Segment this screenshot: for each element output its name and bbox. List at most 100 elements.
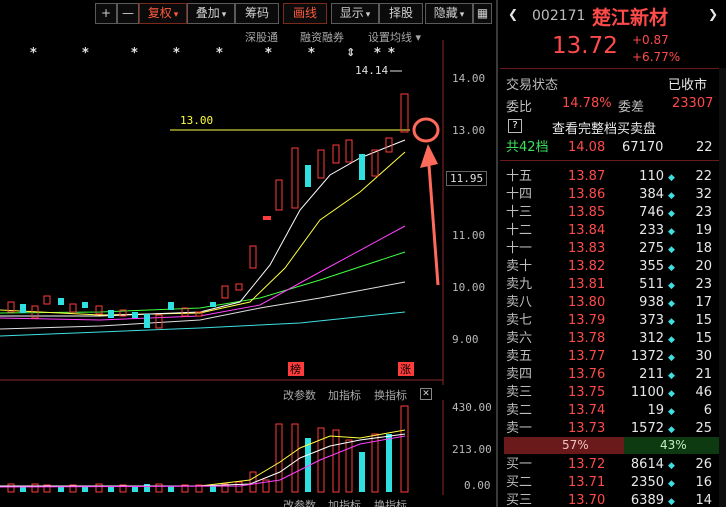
side-panel-edge (719, 68, 726, 507)
close-icon[interactable]: ✕ (420, 388, 432, 400)
row-volume: 1372 (630, 349, 664, 364)
row-label: 卖四 (506, 367, 533, 382)
row-volume: 2350 (630, 475, 664, 490)
orderbook-row[interactable]: 卖七 13.79 373 ◆ 15 (500, 312, 726, 330)
ma-line (0, 151, 406, 316)
row-label: 卖六 (506, 331, 533, 346)
overlay-button[interactable]: 叠加 ▾ (187, 3, 235, 24)
row-orders: 23 (695, 205, 712, 220)
diamond-icon: ◆ (668, 245, 675, 255)
chevron-down-icon: ▾ (459, 10, 465, 20)
orderbook-row[interactable]: 卖五 13.77 1372 ◆ 30 (500, 348, 726, 366)
limit-up-tag-label: 涨 (400, 363, 411, 376)
row-label: 买三 (506, 493, 533, 507)
level-volume: 67170 (622, 140, 664, 155)
orderbook-row[interactable]: 卖九 13.81 511 ◆ 23 (500, 276, 726, 294)
orderbook-row[interactable]: 卖十 13.82 355 ◆ 20 (500, 258, 726, 276)
row-orders: 23 (695, 277, 712, 292)
orderbook-row[interactable]: 买三 13.70 6389 ◆ 14 (500, 492, 726, 507)
row-volume: 19 (647, 403, 664, 418)
chevron-down-icon: ▾ (221, 10, 227, 20)
row-volume: 384 (639, 187, 664, 202)
orderbook-row[interactable]: 十二 13.84 233 ◆ 19 (500, 222, 726, 240)
sell-ratio-label: 57% (562, 438, 589, 452)
row-price: 13.75 (568, 385, 606, 400)
row-volume: 312 (639, 331, 664, 346)
add-indicator-link-2[interactable]: 加指标 (328, 497, 361, 507)
orderbook-row[interactable]: 卖二 13.74 19 ◆ 6 (500, 402, 726, 420)
chevron-left-icon[interactable]: ❮ (508, 7, 518, 21)
zoom-out-button[interactable]: — (117, 3, 139, 24)
row-label: 卖三 (506, 385, 533, 400)
change-indicator-link-2[interactable]: 换指标 (374, 497, 407, 507)
display-button[interactable]: 显示 ▾ (331, 3, 379, 24)
row-label: 卖十 (506, 259, 533, 274)
chips-button[interactable]: 筹码 (235, 3, 279, 24)
row-label: 十一 (506, 241, 533, 256)
orderbook-row[interactable]: 买二 13.71 2350 ◆ 16 (500, 474, 726, 492)
row-orders: 15 (695, 313, 712, 328)
full-orderbook-link[interactable]: 查看完整档买卖盘 (552, 118, 656, 137)
volume-chart[interactable] (0, 400, 500, 495)
hide-button[interactable]: 隐藏 ▾ (425, 3, 473, 24)
orderbook-row[interactable]: 卖四 13.76 211 ◆ 21 (500, 366, 726, 384)
row-price: 13.80 (568, 295, 606, 310)
row-volume: 233 (639, 223, 664, 238)
hide-label: 隐藏 (433, 6, 458, 20)
row-volume: 938 (639, 295, 664, 310)
volume-ma-line (0, 433, 406, 487)
chevron-down-icon: ▾ (365, 10, 371, 20)
diamond-icon: ◆ (668, 497, 675, 507)
row-volume: 1572 (630, 421, 664, 436)
orderbook-row[interactable]: 十三 13.85 746 ◆ 23 (500, 204, 726, 222)
row-volume: 511 (639, 277, 664, 292)
diamond-icon: ◆ (668, 263, 675, 273)
orderbook-row[interactable]: 买一 13.72 8614 ◆ 26 (500, 456, 726, 474)
orderbook-row[interactable]: 卖八 13.80 938 ◆ 17 (500, 294, 726, 312)
level-orders: 22 (696, 140, 713, 155)
quote-panel: ❮ 002171 楚江新材 ❯ 13.72 +0.87 +6.77% 交易状态 … (500, 0, 726, 507)
row-price: 13.73 (568, 421, 606, 436)
draw-line-button[interactable]: 画线 (283, 3, 327, 24)
level-price: 14.08 (568, 140, 606, 155)
row-price: 13.71 (568, 475, 606, 490)
row-orders: 30 (695, 349, 712, 364)
stock-pick-button[interactable]: 择股 (379, 3, 423, 24)
row-price: 13.78 (568, 331, 606, 346)
row-orders: 26 (695, 457, 712, 472)
orderbook-row[interactable]: 十五 13.87 110 ◆ 22 (500, 168, 726, 186)
help-icon[interactable]: ? (508, 119, 522, 133)
row-orders: 15 (695, 331, 712, 346)
restore-rights-button[interactable]: 复权 ▾ (139, 3, 187, 24)
chevron-right-icon[interactable]: ❯ (708, 7, 718, 21)
chevron-down-icon: ▾ (173, 10, 179, 20)
diamond-icon: ◆ (668, 317, 675, 327)
row-volume: 275 (639, 241, 664, 256)
high-price-label: 14.14 (355, 64, 388, 77)
row-price: 13.87 (568, 169, 606, 184)
row-price: 13.72 (568, 457, 606, 472)
row-volume: 110 (639, 169, 664, 184)
diamond-icon: ◆ (668, 353, 675, 363)
row-price: 13.85 (568, 205, 606, 220)
row-price: 13.79 (568, 313, 606, 328)
overlay-label: 叠加 (195, 6, 220, 20)
orderbook-row[interactable]: 卖一 13.73 1572 ◆ 25 (500, 420, 726, 438)
orderbook-row[interactable]: 十一 13.83 275 ◆ 18 (500, 240, 726, 258)
orderbook-row[interactable]: 卖三 13.75 1100 ◆ 46 (500, 384, 726, 402)
toolbar-grid-icon[interactable]: ▦ (473, 3, 492, 24)
orderbook-row[interactable]: 卖六 13.78 312 ◆ 15 (500, 330, 726, 348)
hline-label: 13.00 (180, 114, 213, 127)
row-label: 卖八 (506, 295, 533, 310)
trade-status-label: 交易状态 (506, 78, 559, 93)
diamond-icon: ◆ (668, 173, 675, 183)
modify-params-link-2[interactable]: 改参数 (283, 497, 316, 507)
diamond-icon: ◆ (668, 191, 675, 201)
order-ratio-value: 14.78% (562, 96, 612, 111)
row-orders: 22 (695, 169, 712, 184)
row-label: 十四 (506, 187, 533, 202)
row-volume: 373 (639, 313, 664, 328)
zoom-in-button[interactable]: + (95, 3, 117, 24)
orderbook-row[interactable]: 十四 13.86 384 ◆ 32 (500, 186, 726, 204)
candlestick-chart[interactable]: 13.00 14.14 榜 涨 (0, 40, 500, 385)
